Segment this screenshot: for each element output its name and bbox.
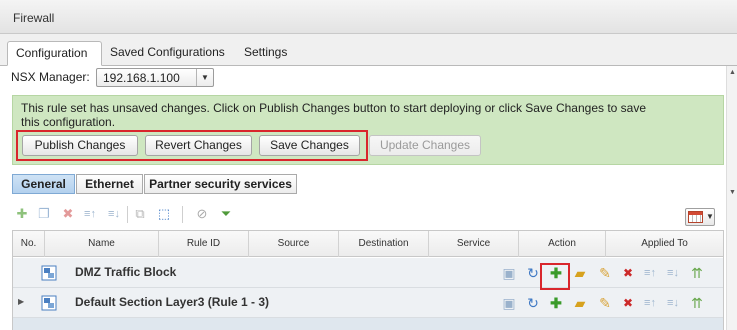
column-header-rule-id[interactable]: Rule ID (159, 231, 249, 257)
toolbar-separator (182, 206, 183, 223)
chevron-down-icon[interactable]: ▼ (196, 69, 213, 86)
column-header-no[interactable]: No. (13, 231, 45, 257)
merge-section-icon[interactable]: ⇈ (689, 265, 705, 281)
move-rule-up-icon[interactable]: ≡↑ (82, 206, 98, 222)
column-header-action[interactable]: Action (519, 231, 606, 257)
refresh-section-icon[interactable]: ↻ (525, 295, 541, 311)
main-tabbar: Configuration Saved Configurations Setti… (0, 34, 737, 66)
column-header-source[interactable]: Source (249, 231, 339, 257)
save-section-icon[interactable]: ▣ (501, 265, 517, 281)
expand-icon[interactable]: ▶ (18, 297, 24, 306)
delete-rule-icon[interactable]: ✖ (60, 206, 76, 222)
grid-icon (688, 211, 703, 223)
move-section-down-icon[interactable]: ≡↓ (665, 265, 681, 281)
table-row[interactable]: DMZ Traffic Block ▣ ↻ ✚ ▰ ✎ ✖ ≡↑ ≡↓ ⇈ (13, 258, 723, 288)
chevron-down-icon: ▼ (706, 212, 714, 221)
move-section-up-icon[interactable]: ≡↑ (642, 295, 658, 311)
subtab-general[interactable]: General (12, 174, 75, 194)
add-rule-icon[interactable]: ✚ (548, 295, 564, 311)
scroll-up-icon[interactable]: ▲ (728, 68, 737, 77)
column-header-destination[interactable]: Destination (339, 231, 429, 257)
column-header-applied-to[interactable]: Applied To (606, 231, 723, 257)
delete-section-icon[interactable]: ✖ (620, 265, 636, 281)
edit-section-icon[interactable]: ✎ (597, 265, 613, 281)
tab-settings[interactable]: Settings (236, 41, 300, 66)
subtab-partner-security-services[interactable]: Partner security services (144, 174, 297, 194)
section-icon (41, 295, 57, 311)
add-section-icon[interactable]: ▰ (572, 295, 588, 311)
table-row[interactable]: ▶ Default Section Layer3 (Rule 1 - 3) ▣ … (13, 288, 723, 318)
add-rule-highlight-box (540, 263, 570, 290)
tab-configuration[interactable]: Configuration (7, 41, 102, 66)
save-section-icon[interactable]: ▣ (501, 295, 517, 311)
move-rule-down-icon[interactable]: ≡↓ (106, 206, 122, 222)
tab-saved-configurations[interactable]: Saved Configurations (102, 41, 236, 66)
move-section-up-icon[interactable]: ≡↑ (642, 265, 658, 281)
window-titlebar: Firewall (0, 0, 737, 34)
edit-section-icon[interactable]: ✎ (597, 295, 613, 311)
merge-section-icon[interactable]: ⇈ (689, 295, 705, 311)
add-rule-icon[interactable]: ✚ (14, 206, 30, 222)
publish-changes-button[interactable]: Publish Changes (22, 135, 138, 156)
move-section-down-icon[interactable]: ≡↓ (665, 295, 681, 311)
revert-changes-button[interactable]: Revert Changes (145, 135, 252, 156)
table-row[interactable] (13, 318, 723, 330)
column-header-service[interactable]: Service (429, 231, 519, 257)
section-name[interactable]: Default Section Layer3 (Rule 1 - 3) (75, 295, 269, 309)
column-header-name[interactable]: Name (45, 231, 159, 257)
nsx-manager-label: NSX Manager: (11, 70, 90, 84)
scroll-down-icon[interactable]: ▼ (728, 188, 737, 197)
paste-rule-icon[interactable]: ⧉ (132, 206, 148, 222)
column-chooser-icon[interactable]: ▼ (685, 208, 715, 226)
nsx-manager-value: 192.168.1.100 (103, 71, 180, 85)
rules-toolbar: ✚ ❐ ✖ ≡↑ ≡↓ ⧉ ⬚ ⊘ ⏷ (12, 204, 724, 226)
nsx-manager-select[interactable]: 192.168.1.100 ▼ (96, 68, 214, 87)
window-title: Firewall (13, 11, 55, 25)
banner-message: This rule set has unsaved changes. Click… (21, 101, 647, 129)
section-icon (41, 265, 57, 281)
section-name[interactable]: DMZ Traffic Block (75, 265, 176, 279)
refresh-section-icon[interactable]: ↻ (525, 265, 541, 281)
add-section-icon[interactable]: ▰ (572, 265, 588, 281)
copy-rule-icon[interactable]: ❐ (36, 206, 52, 222)
subtab-ethernet[interactable]: Ethernet (76, 174, 143, 194)
firewall-rules-table: No. Name Rule ID Source Destination Serv… (12, 230, 724, 330)
table-header: No. Name Rule ID Source Destination Serv… (13, 231, 723, 257)
clear-filter-icon[interactable]: ⊘ (194, 206, 210, 222)
update-changes-button[interactable]: Update Changes (369, 135, 481, 156)
toolbar-separator (127, 206, 128, 223)
apply-to-icon[interactable]: ⬚ (156, 206, 172, 222)
delete-section-icon[interactable]: ✖ (620, 295, 636, 311)
filter-icon[interactable]: ⏷ (218, 206, 234, 222)
save-changes-button[interactable]: Save Changes (259, 135, 360, 156)
vertical-scrollbar[interactable]: ▲ ▼ (726, 66, 737, 330)
